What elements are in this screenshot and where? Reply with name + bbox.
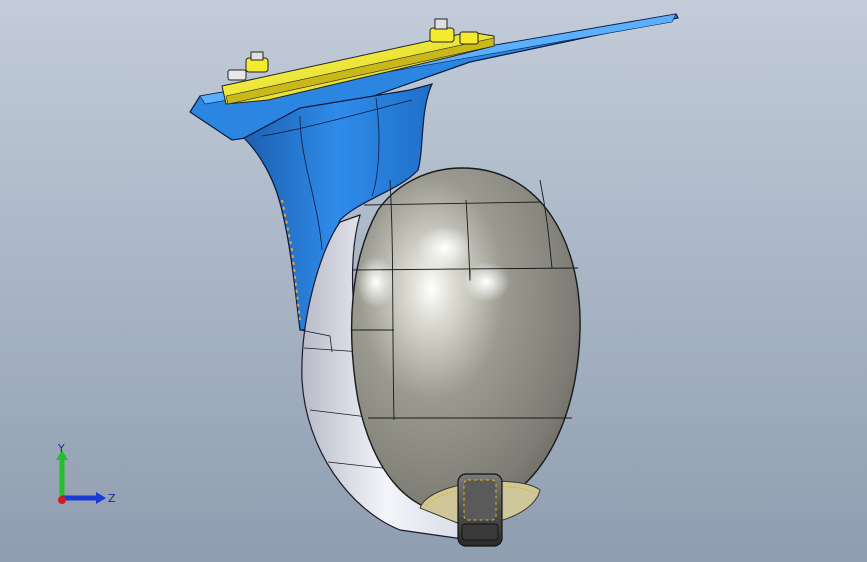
z-axis-label: Z xyxy=(108,492,116,505)
triad-plane xyxy=(62,462,100,492)
z-axis-arrowhead xyxy=(96,492,106,504)
bolt-right[interactable] xyxy=(429,18,479,45)
graphics-viewport[interactable]: Y Z xyxy=(0,0,867,562)
dome-shell[interactable] xyxy=(350,167,581,514)
x-axis-point xyxy=(58,496,66,504)
axis-triad: Y Z xyxy=(56,442,116,505)
bolt-left[interactable] xyxy=(227,51,269,81)
y-axis-label: Y xyxy=(57,442,65,455)
3d-model-view[interactable] xyxy=(0,0,867,562)
